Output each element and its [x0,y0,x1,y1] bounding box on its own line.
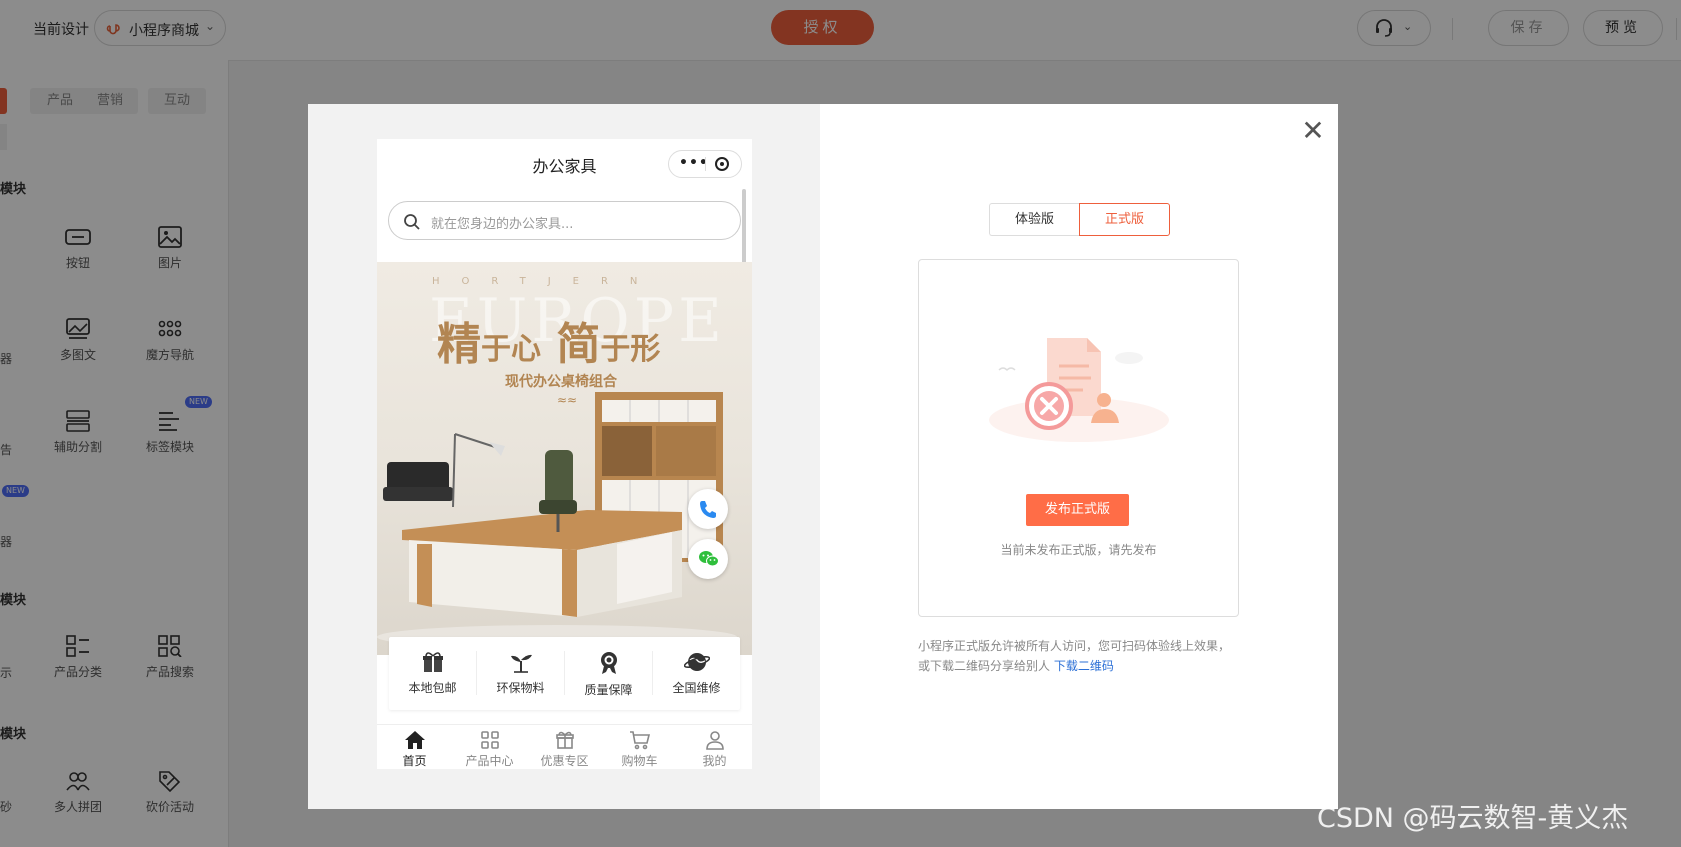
tab-trial-version[interactable]: 体验版 [989,203,1079,236]
banner-headline: 精于心 简于形 [437,319,661,370]
close-target-icon[interactable] [715,157,729,171]
miniprogram-capsule[interactable]: ••• [668,150,742,178]
feature-item[interactable]: 本地包邮 [389,637,476,710]
grid-icon [480,731,499,749]
feature-item[interactable]: 质量保障 [565,637,652,710]
feature-label: 全国维修 [672,681,721,695]
search-input[interactable]: 就在您身边的办公家具... [388,201,741,240]
wechat-button[interactable] [688,539,728,579]
download-qrcode-link[interactable]: 下载二维码 [1054,659,1114,673]
tab-home[interactable]: 首页 [377,725,452,769]
tab-label: 购物车 [621,754,658,768]
tab-products[interactable]: 产品中心 [452,725,527,769]
gift-icon [555,731,574,749]
features-bar: 本地包邮 环保物料 质量保障 全国维修 [389,637,740,710]
feature-label: 环保物料 [496,681,545,695]
tab-official-version[interactable]: 正式版 [1079,203,1170,236]
bottom-tabbar: 首页 产品中心 优惠专区 购物车 我的 [377,724,752,769]
publish-tip: 当前未发布正式版，请先发布 [1000,543,1157,557]
search-icon [404,214,420,230]
phone-preview: 办公家具 ••• 就在您身边的办公家具... HORTJERN EUROPE 精… [377,139,752,769]
csdn-watermark: CSDN @码云数智-黄义杰 [1317,803,1629,834]
tab-label: 产品中心 [465,754,514,768]
tab-mine[interactable]: 我的 [677,725,752,769]
phone-icon [700,501,716,518]
tab-label: 首页 [402,754,427,768]
qrcode-panel [918,259,1239,617]
tab-cart[interactable]: 购物车 [602,725,677,769]
banner-subtitle: 现代办公桌椅组合 [505,374,617,390]
wechat-icon [699,551,719,567]
home-icon [404,731,425,749]
feature-item[interactable]: 全国维修 [653,637,740,710]
not-published-illustration [989,338,1169,442]
gift-icon [422,652,443,672]
feature-item[interactable]: 环保物料 [477,637,564,710]
feature-label: 本地包邮 [408,681,457,695]
official-version-description: 小程序正式版允许被所有人访问，您可扫码体验线上效果，或下载二维码分享给别人 下载… [918,639,1231,673]
phone-call-button[interactable] [688,489,728,529]
divider [705,157,706,171]
banner-image[interactable]: HORTJERN EUROPE 精于心 简于形 现代办公桌椅组合 ≈≈ [377,262,752,655]
tab-offers[interactable]: 优惠专区 [527,725,602,769]
cart-icon [629,731,650,750]
sprout-icon [510,654,532,673]
tab-label: 我的 [702,754,727,768]
preview-pane: 办公家具 ••• 就在您身边的办公家具... HORTJERN EUROPE 精… [308,104,820,809]
close-icon[interactable]: ✕ [1300,117,1326,145]
medal-icon [600,652,617,674]
publish-official-button[interactable]: 发布正式版 [1026,494,1129,526]
publish-modal: 办公家具 ••• 就在您身边的办公家具... HORTJERN EUROPE 精… [308,104,1338,809]
search-placeholder: 就在您身边的办公家具... [431,217,574,232]
globe-icon [683,653,710,671]
user-icon [705,731,724,750]
tab-label: 优惠专区 [540,754,589,768]
feature-label: 质量保障 [584,683,633,697]
